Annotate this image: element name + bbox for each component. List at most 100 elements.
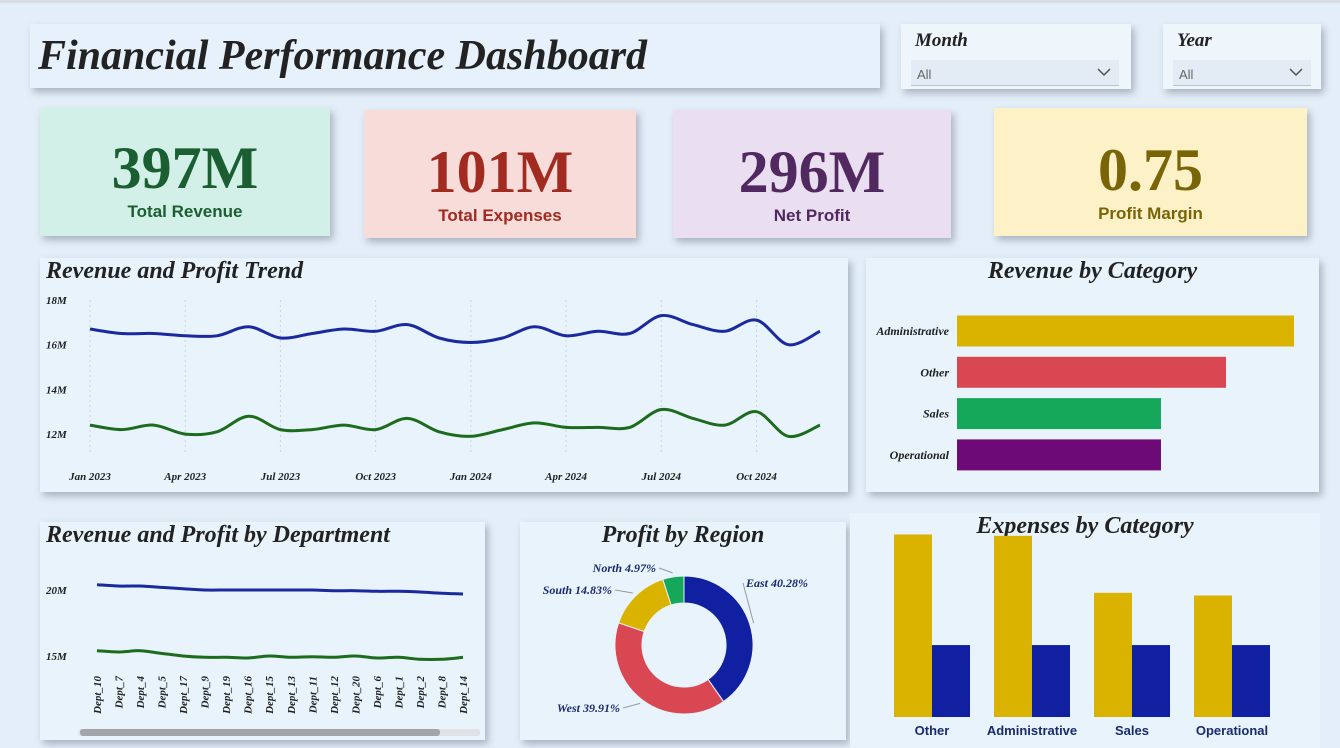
trend-x-tick: Apr 2023 (163, 471, 206, 483)
kpi-total-expenses: 101M Total Expenses (364, 110, 636, 238)
trend-x-tick: Jan 2023 (68, 471, 111, 483)
page-title: Financial Performance Dashboard (38, 33, 648, 79)
department-y-tick: 20M (45, 585, 68, 597)
trend-y-tick: 12M (46, 429, 68, 441)
department-x-tick: Dept_8 (436, 676, 448, 710)
expenses-category-label: Administrative (987, 723, 1077, 738)
kpi-value: 101M (426, 139, 574, 205)
expenses-category-bar (1032, 645, 1070, 717)
kpi-value: 296M (738, 139, 886, 205)
month-dropdown[interactable]: All (911, 60, 1119, 86)
revenue-category-chart: Administrative Other Sales Operational (875, 315, 1294, 471)
department-x-tick: Dept_4 (135, 676, 147, 710)
kpi-total-revenue: 397M Total Revenue (40, 108, 330, 236)
trend-chart: Jan 2023 Apr 2023 Jul 2023 Oct 2023 Jan 2024… (46, 295, 821, 483)
kpi-net-profit: 296M Net Profit (673, 110, 951, 238)
revenue-category-bar (957, 439, 1161, 471)
revenue-category-bar (957, 356, 1227, 388)
department-x-tick: Dept_7 (114, 676, 126, 710)
expenses-category-bar (1232, 645, 1270, 717)
expenses-category-label: Sales (1115, 723, 1149, 738)
region-leader-line (622, 702, 641, 709)
kpi-label: Net Profit (773, 206, 851, 225)
department-x-tick: Dept_10 (92, 676, 104, 715)
month-slicer: Month All (901, 24, 1131, 89)
revenue-category-label: Operational (890, 448, 950, 462)
revenue-category-label: Other (920, 365, 949, 379)
trend-x-tick: Jan 2024 (449, 471, 492, 483)
year-dropdown[interactable]: All (1173, 60, 1311, 86)
chevron-down-icon (1289, 68, 1303, 77)
region-panel: Profit by Region East 40.28% West 39.91% S… (520, 522, 846, 740)
year-slicer: Year All (1163, 24, 1321, 89)
department-y-tick: 15M (46, 651, 68, 663)
year-dropdown-value: All (1179, 67, 1194, 82)
title-card: Financial Performance Dashboard (30, 24, 880, 88)
kpi-profit-margin: 0.75 Profit Margin (994, 108, 1307, 236)
department-x-tick: Dept_9 (200, 676, 212, 710)
expenses-category-chart: Other Administrative Sales Operational (894, 534, 1270, 738)
year-slicer-label: Year (1177, 30, 1212, 51)
region-slice (614, 622, 725, 715)
expenses-category-panel: Expenses by Category Other Administrative… (850, 513, 1320, 748)
expenses-category-label: Other (915, 723, 950, 738)
expenses-category-bar (932, 645, 970, 717)
revenue-category-bar (957, 315, 1294, 347)
department-x-tick: Dept_2 (415, 676, 427, 710)
region-slice (618, 578, 672, 633)
revenue-category-label: Administrative (875, 324, 949, 338)
department-profit-line (96, 649, 464, 662)
month-slicer-label: Month (915, 30, 968, 51)
department-x-tick: Dept_5 (157, 676, 169, 710)
trend-y-tick: 18M (46, 295, 68, 307)
expenses-category-bar (1094, 592, 1132, 717)
kpi-value: 397M (111, 135, 259, 201)
department-chart: 20M 15M Dept_10 Dept_7 Dept_4 Dept_5 Dept_17 De… (45, 583, 480, 736)
region-slice-label: South 14.83% (543, 583, 612, 597)
revenue-category-bar (957, 398, 1161, 430)
department-x-tick: Dept_13 (286, 676, 298, 715)
revenue-trend-line (89, 313, 821, 347)
expenses-category-bar (1194, 595, 1232, 717)
trend-x-tick: Jul 2023 (260, 471, 301, 483)
department-revenue-line (96, 583, 464, 596)
department-x-tick: Dept_15 (264, 676, 276, 715)
chevron-down-icon (1097, 68, 1111, 77)
department-x-tick: Dept_12 (329, 676, 341, 715)
region-slice-label: West 39.91% (557, 701, 620, 715)
department-x-tick: Dept_14 (458, 676, 470, 715)
department-panel: Revenue and Profit by Department 20M 15M D… (40, 522, 485, 740)
trend-y-tick: 14M (46, 384, 68, 396)
trend-x-tick: Oct 2023 (355, 471, 396, 483)
month-dropdown-value: All (917, 67, 932, 82)
region-slice-label: East 40.28% (745, 576, 808, 590)
horizontal-scrollbar-thumb (80, 729, 440, 736)
revenue-category-panel: Revenue by Category Administrative Other S… (866, 258, 1319, 492)
kpi-label: Total Expenses (438, 206, 562, 225)
profit-trend-line (89, 407, 821, 439)
expenses-category-bar (1132, 645, 1170, 717)
trend-x-tick: Jul 2024 (641, 471, 682, 483)
trend-y-tick: 16M (46, 340, 68, 352)
kpi-label: Profit Margin (1098, 204, 1203, 223)
department-x-tick: Dept_20 (350, 676, 362, 715)
department-x-tick: Dept_11 (307, 676, 319, 714)
department-x-tick: Dept_1 (393, 676, 405, 709)
region-chart: East 40.28% West 39.91% South 14.83% North … (543, 561, 808, 715)
department-x-tick: Dept_6 (372, 676, 384, 710)
kpi-value: 0.75 (1098, 137, 1203, 203)
department-x-tick: Dept_16 (243, 676, 255, 715)
expenses-category-label: Operational (1196, 723, 1268, 738)
region-slice-label: North 4.97% (592, 561, 656, 575)
expenses-category-bar (994, 535, 1032, 717)
trend-panel: Revenue and Profit Trend Jan 2023 Apr 202… (40, 258, 848, 492)
department-x-tick: Dept_17 (178, 676, 190, 715)
trend-x-tick: Oct 2024 (736, 471, 777, 483)
region-leader-line (658, 567, 673, 574)
region-leader-line (614, 589, 633, 594)
kpi-label: Total Revenue (127, 202, 243, 221)
expenses-category-bar (894, 534, 932, 717)
trend-x-tick: Apr 2024 (544, 471, 587, 483)
department-x-tick: Dept_19 (221, 676, 233, 715)
revenue-category-label: Sales (923, 407, 949, 421)
